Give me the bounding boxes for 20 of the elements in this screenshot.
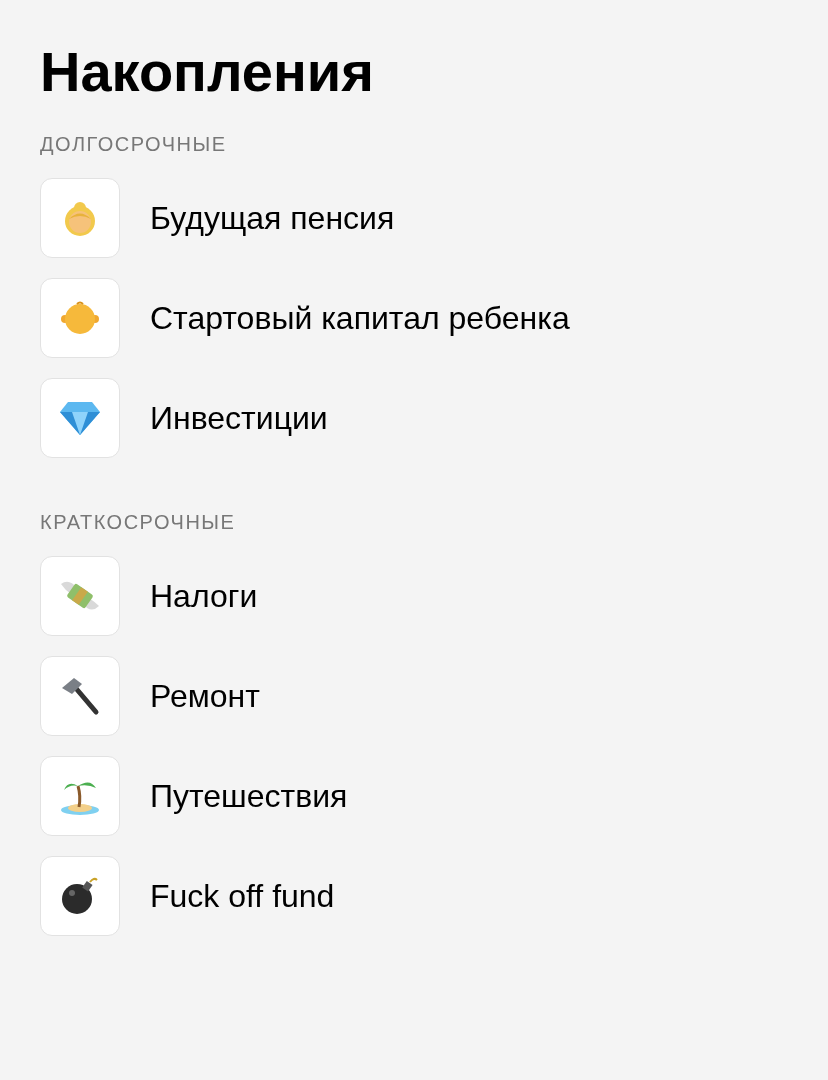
savings-goal-label[interactable]: Налоги — [150, 576, 258, 616]
savings-goal-label[interactable]: Путешествия — [150, 776, 348, 816]
icon-tile[interactable] — [40, 856, 120, 936]
savings-goal-label[interactable]: Fuck off fund — [150, 876, 335, 916]
savings-goal-label[interactable]: Стартовый капитал ребенка — [150, 298, 570, 338]
diamond-icon — [60, 401, 100, 435]
section-heading: КРАТКОСРОЧНЫЕ — [40, 510, 237, 534]
icon-tile[interactable] — [40, 556, 120, 636]
savings-goal-label[interactable]: Инвестиции — [150, 398, 328, 438]
savings-goal-label[interactable]: Ремонт — [150, 676, 260, 716]
icon-tile[interactable] — [40, 756, 120, 836]
hammer-icon — [60, 676, 100, 716]
page-title: Накопления — [40, 39, 375, 105]
bomb-icon — [60, 876, 100, 916]
savings-goal-label[interactable]: Будущая пенсия — [150, 198, 395, 238]
icon-tile[interactable] — [40, 278, 120, 358]
icon-tile[interactable] — [40, 178, 120, 258]
icon-tile[interactable] — [40, 656, 120, 736]
icon-tile[interactable] — [40, 378, 120, 458]
section-heading: ДОЛГОСРОЧНЫЕ — [40, 132, 228, 156]
